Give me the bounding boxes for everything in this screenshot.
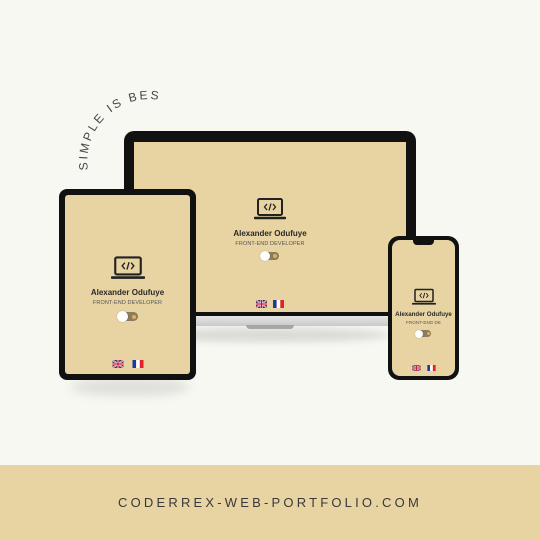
toggle-knob: [260, 251, 270, 261]
france-flag-icon[interactable]: [132, 360, 144, 368]
theme-toggle-switch[interactable]: [260, 251, 279, 261]
portfolio-role: FRONT-END DEVELOPER: [92, 300, 163, 306]
tablet-logo: [65, 255, 190, 281]
portfolio-name: Alexander Odufuye: [90, 288, 165, 297]
sun-icon: [131, 314, 136, 319]
france-flag-icon[interactable]: [426, 365, 436, 371]
language-flags: [65, 360, 190, 368]
tablet-display: Alexander Odufuye FRONT-END DEVELOPER: [65, 195, 190, 374]
theme-toggle-wrap: [392, 329, 455, 338]
phone-notch: [413, 240, 434, 245]
sun-icon: [273, 254, 277, 258]
toggle-knob: [116, 311, 128, 322]
theme-toggle-switch[interactable]: [415, 329, 431, 338]
portfolio-name: Alexander Odufuye: [395, 311, 452, 318]
uk-flag-icon[interactable]: [411, 365, 421, 371]
portfolio-role: FRONT-END DE: [406, 320, 441, 325]
uk-flag-icon[interactable]: [111, 360, 124, 368]
language-flags: [392, 365, 455, 371]
toggle-knob: [415, 329, 423, 338]
laptop-code-icon: [254, 198, 286, 220]
phone-mockup: Alexander Odufuye FRONT-END DE: [388, 236, 459, 380]
footer-url: CODERREX-WEB-PORTFOLIO.COM: [118, 495, 422, 510]
uk-flag-icon[interactable]: [256, 300, 267, 308]
laptop-notch: [246, 325, 294, 329]
laptop-code-icon: [411, 288, 436, 305]
theme-toggle-wrap: [65, 311, 190, 322]
theme-toggle-switch[interactable]: [116, 311, 138, 322]
tablet-shadow: [70, 378, 190, 396]
laptop-code-icon: [110, 256, 145, 279]
phone-logo: [392, 288, 455, 306]
phone-display: Alexander Odufuye FRONT-END DE: [392, 240, 455, 376]
sun-icon: [426, 332, 430, 335]
tablet-mockup: Alexander Odufuye FRONT-END DEVELOPER: [59, 189, 196, 380]
france-flag-icon[interactable]: [273, 300, 284, 308]
